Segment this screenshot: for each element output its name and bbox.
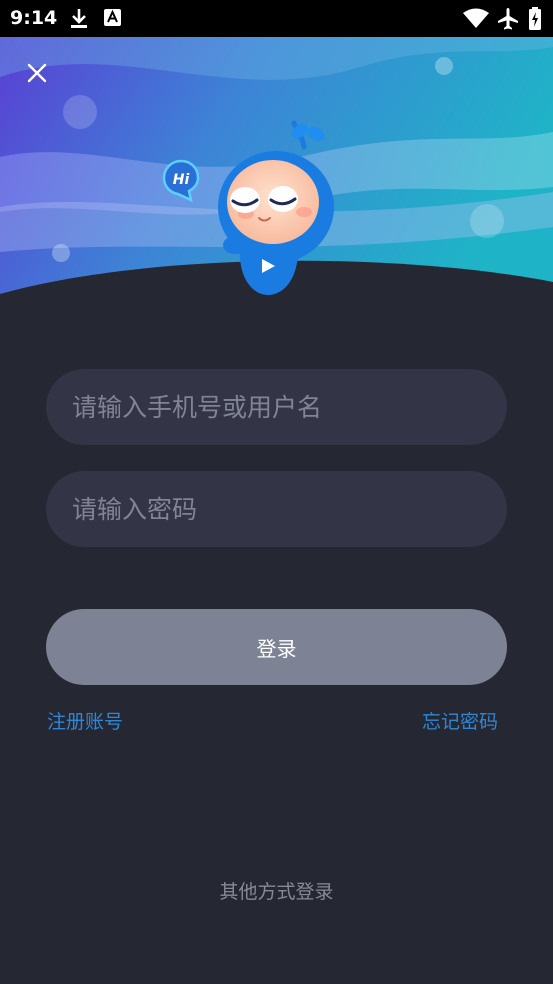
login-button[interactable]: 登录: [46, 609, 507, 685]
password-input[interactable]: [46, 471, 507, 547]
status-bar: 9:14: [0, 0, 553, 37]
keyboard-a-icon: [103, 7, 123, 33]
other-login-methods[interactable]: 其他方式登录: [0, 877, 553, 904]
airplane-mode-icon: [496, 7, 520, 35]
svg-text:Hi: Hi: [173, 172, 190, 188]
battery-charging-icon: [528, 7, 542, 35]
username-input[interactable]: [46, 369, 507, 445]
register-link[interactable]: 注册账号: [47, 707, 123, 734]
download-icon: [68, 7, 90, 33]
status-time: 9:14: [10, 7, 58, 29]
hero-background: Hi: [0, 37, 553, 307]
close-button[interactable]: [22, 58, 52, 88]
hero-banner: Hi: [0, 37, 553, 307]
forgot-password-link[interactable]: 忘记密码: [422, 707, 498, 734]
wifi-icon: [462, 7, 490, 33]
close-icon: [27, 63, 47, 83]
